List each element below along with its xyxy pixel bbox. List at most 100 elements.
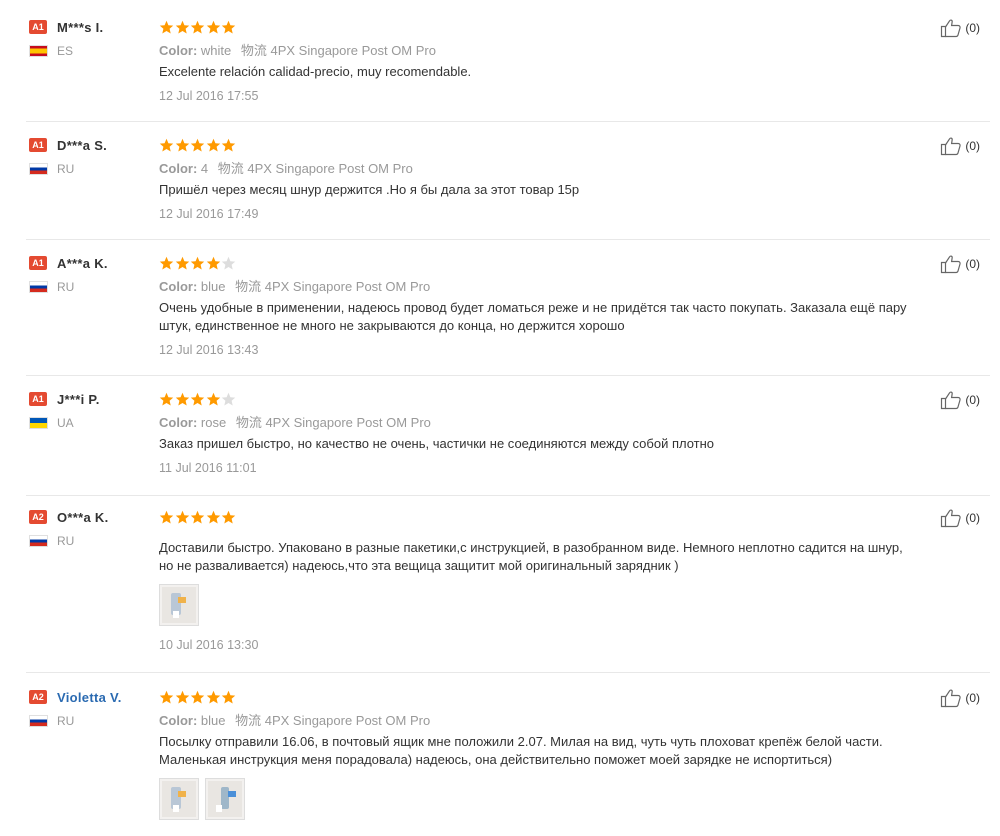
review-item: A2 O***a K. RU Доставили быстро. Упакова… xyxy=(26,508,990,673)
star-filled-icon xyxy=(175,20,189,33)
review-meta: Color: rose 物流 4PX Singapore Post OM Pro xyxy=(159,412,949,430)
review-text-line: Excelente relación calidad-precio, muy r… xyxy=(159,64,472,79)
review-text-line: но не разваливается) надеюсь,что эта вещ… xyxy=(159,558,679,573)
country-flag-icon xyxy=(29,417,48,429)
review-meta: Color: blue 物流 4PX Singapore Post OM Pro xyxy=(159,276,949,294)
buyer-level-badge: A2 xyxy=(29,510,47,524)
buyer-level-badge: A1 xyxy=(29,138,47,152)
review-content: Color: 4 物流 4PX Singapore Post OM Pro Пр… xyxy=(159,136,949,221)
buyer-level-badge: A2 xyxy=(29,690,47,704)
review-text: Заказ пришел быстро, но качество не очен… xyxy=(159,435,949,453)
helpful-count: (0) xyxy=(965,393,980,407)
photo-image xyxy=(162,587,196,623)
review-text: Очень удобные в применении, надеюсь пров… xyxy=(159,299,949,335)
reviewer-name: D***a S. xyxy=(57,137,108,153)
review-content: Color: blue 物流 4PX Singapore Post OM Pro… xyxy=(159,254,949,357)
helpful-button[interactable]: (0) xyxy=(940,508,980,528)
thumbs-up-icon xyxy=(941,509,962,528)
review-text-line: штук, единственное не много не закрывают… xyxy=(159,318,625,333)
helpful-count: (0) xyxy=(965,257,980,271)
review-text: Посылку отправили 16.06, в почтовый ящик… xyxy=(159,733,949,769)
color-label: Color: xyxy=(159,279,198,294)
helpful-button[interactable]: (0) xyxy=(940,390,980,410)
review-photos xyxy=(159,584,949,626)
helpful-count: (0) xyxy=(965,511,980,525)
review-text: Excelente relación calidad-precio, muy r… xyxy=(159,63,949,81)
thumbs-up-icon xyxy=(941,689,962,708)
star-empty-icon xyxy=(221,392,236,405)
country-flag-icon xyxy=(29,45,48,57)
star-filled-icon xyxy=(221,510,236,523)
star-filled-icon xyxy=(159,690,174,703)
star-rating xyxy=(159,688,949,706)
review-photo-thumbnail[interactable] xyxy=(205,778,245,820)
country-flag-icon xyxy=(29,715,48,727)
star-filled-icon xyxy=(175,256,189,269)
star-filled-icon xyxy=(206,392,220,405)
review-text-line: Маленькая инструкция меня порадовала) на… xyxy=(159,752,833,767)
photo-image xyxy=(162,781,196,817)
buyer-level-badge: A1 xyxy=(29,392,47,406)
reviewer-name[interactable]: Violetta V. xyxy=(57,690,122,705)
review-content: Color: white 物流 4PX Singapore Post OM Pr… xyxy=(159,18,949,103)
reviewer-name: A***a K. xyxy=(57,255,108,271)
helpful-button[interactable]: (0) xyxy=(940,18,980,38)
star-filled-icon xyxy=(159,510,174,523)
star-filled-icon xyxy=(206,20,220,33)
feedback-list: A1 M***s I. ES Color: white 物流 4PX Singa… xyxy=(0,0,1000,836)
review-date: 12 Jul 2016 13:43 xyxy=(159,343,259,357)
reviewer-info: A2 O***a K. RU xyxy=(29,508,154,548)
star-filled-icon xyxy=(190,392,205,405)
review-item: A2 Violetta V. RU Color: blue 物流 4PX Sin… xyxy=(26,688,990,836)
review-date: 12 Jul 2016 17:49 xyxy=(159,207,259,221)
color-value: white xyxy=(200,43,232,58)
star-filled-icon xyxy=(221,138,236,151)
reviewer-info: A2 Violetta V. RU xyxy=(29,688,154,728)
color-value: 4 xyxy=(200,161,209,176)
review-content: Доставили быстро. Упаковано в разные пак… xyxy=(159,508,949,652)
helpful-count: (0) xyxy=(965,139,980,153)
star-filled-icon xyxy=(221,20,236,33)
color-label: Color: xyxy=(159,161,198,176)
photo-placeholder-icon xyxy=(162,781,196,817)
star-filled-icon xyxy=(175,510,189,523)
star-filled-icon xyxy=(175,690,189,703)
helpful-button[interactable]: (0) xyxy=(940,688,980,708)
star-filled-icon xyxy=(190,690,205,703)
review-text-line: Доставили быстро. Упаковано в разные пак… xyxy=(159,540,903,555)
review-photos xyxy=(159,778,949,820)
thumbs-up-icon xyxy=(941,137,962,156)
shipping-method: 物流 4PX Singapore Post OM Pro xyxy=(217,161,413,176)
review-text: Пришёл через месяц шнур держится .Но я б… xyxy=(159,181,949,199)
review-content: Color: rose 物流 4PX Singapore Post OM Pro… xyxy=(159,390,949,475)
helpful-count: (0) xyxy=(965,21,980,35)
star-filled-icon xyxy=(159,256,174,269)
color-label: Color: xyxy=(159,415,198,430)
star-rating xyxy=(159,390,949,408)
review-photo-thumbnail[interactable] xyxy=(159,778,199,820)
country-code: ES xyxy=(57,44,74,58)
review-date: 10 Jul 2016 13:30 xyxy=(159,638,259,652)
review-item: A1 D***a S. RU Color: 4 物流 4PX Singapore… xyxy=(26,136,990,240)
review-text: Доставили быстро. Упаковано в разные пак… xyxy=(159,539,949,575)
reviewer-name: J***i P. xyxy=(57,391,100,407)
review-text-line: Заказ пришел быстро, но качество не очен… xyxy=(159,436,715,451)
buyer-level-badge: A1 xyxy=(29,20,47,34)
country-flag-icon xyxy=(29,535,48,547)
star-rating xyxy=(159,254,949,272)
country-code: RU xyxy=(57,280,75,294)
review-photo-thumbnail[interactable] xyxy=(159,584,199,626)
star-filled-icon xyxy=(190,510,205,523)
helpful-button[interactable]: (0) xyxy=(940,136,980,156)
review-item: A1 J***i P. UA Color: rose 物流 4PX Singap… xyxy=(26,390,990,496)
shipping-method: 物流 4PX Singapore Post OM Pro xyxy=(235,713,431,728)
star-filled-icon xyxy=(159,138,174,151)
shipping-method: 物流 4PX Singapore Post OM Pro xyxy=(235,415,431,430)
star-filled-icon xyxy=(206,256,220,269)
review-date: 11 Jul 2016 11:01 xyxy=(159,461,257,475)
country-code: RU xyxy=(57,714,75,728)
star-filled-icon xyxy=(175,138,189,151)
review-text-line: Посылку отправили 16.06, в почтовый ящик… xyxy=(159,734,883,749)
color-value: blue xyxy=(200,279,226,294)
helpful-button[interactable]: (0) xyxy=(940,254,980,274)
